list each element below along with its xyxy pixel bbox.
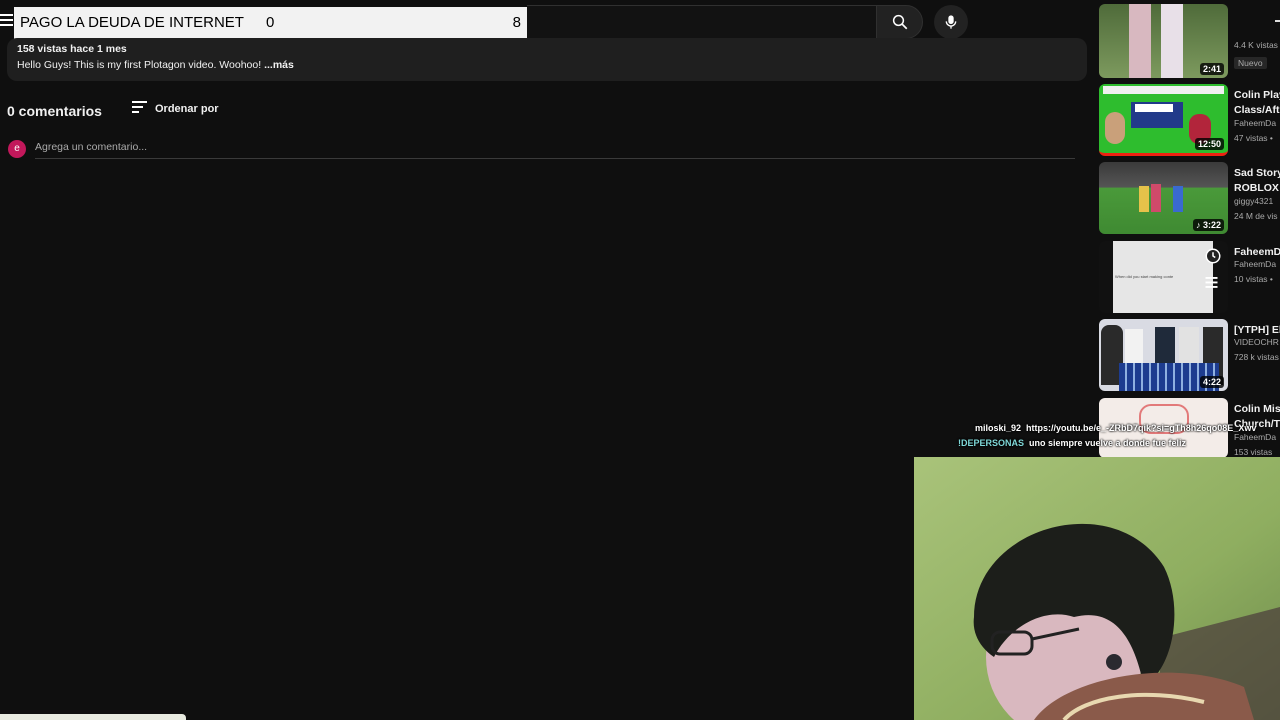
webcam-feed [914, 457, 1280, 720]
chat-message: !DEPERSONAS uno siempre vuelve a donde f… [958, 435, 1280, 450]
overlay-title: PAGO LA DEUDA DE INTERNET [20, 14, 244, 31]
video-thumbnail[interactable]: 12:50 [1099, 84, 1228, 156]
video-thumbnail[interactable]: When did you start making conte [1099, 241, 1228, 313]
list-item[interactable]: ♪ 3:22 Sad StoryROBLOX ( giggy4321 24 M … [1099, 162, 1280, 236]
chat-text: https://youtu.be/e_-ZRbD7qik?si=gTh8h26q… [1026, 422, 1257, 433]
list-item[interactable]: 2:41 4.4 K vistas Nuevo [1099, 4, 1280, 78]
voice-search-button[interactable] [934, 5, 968, 39]
list-item[interactable]: 12:50 Colin Play Class/Aft FaheemDa 47 vi… [1099, 84, 1280, 158]
video-title: Colin Play Class/Aft [1234, 89, 1280, 116]
video-views: 24 M de vis [1234, 211, 1278, 221]
microphone-icon [945, 15, 957, 29]
add-to-queue-icon[interactable] [1204, 275, 1222, 291]
clock-icon[interactable] [1204, 247, 1222, 265]
video-thumbnail[interactable]: 2:41 [1099, 4, 1228, 78]
thumbnail-caption: When did you start making conte [1115, 274, 1174, 279]
video-title: [YTPH] El [1234, 324, 1280, 336]
status-bar [0, 714, 186, 720]
channel-name: FaheemDa [1234, 118, 1277, 128]
search-button[interactable] [876, 5, 923, 39]
video-views: 4.4 K vistas [1234, 40, 1278, 50]
duration-badge: 4:22 [1199, 376, 1224, 388]
chat-username: miloski_92 [975, 422, 1022, 433]
description-body: Hello Guys! This is my first Plotagon vi… [17, 59, 265, 71]
new-badge: Nuevo [1234, 57, 1267, 69]
webcam-person-image [914, 457, 1280, 720]
overlay-count-a: 0 [266, 14, 275, 31]
sort-label: Ordenar por [155, 102, 219, 115]
search-icon [892, 14, 907, 30]
video-views: 47 vistas • [1234, 133, 1273, 143]
chat-message: miloski_92 https://youtu.be/e_-ZRbD7qik?… [958, 420, 1280, 435]
duration-badge: ♪ 3:22 [1192, 219, 1224, 231]
stream-chat: miloski_92 https://youtu.be/e_-ZRbD7qik?… [958, 420, 1280, 450]
comment-input[interactable]: Agrega un comentario... [35, 141, 1075, 159]
video-views: 10 vistas • [1234, 274, 1273, 284]
duration-badge: 2:41 [1199, 63, 1224, 75]
menu-icon[interactable] [0, 14, 13, 28]
duration-badge: 12:50 [1194, 138, 1224, 150]
video-thumbnail[interactable]: ♪ 3:22 [1099, 162, 1228, 234]
channel-name: FaheemDa [1234, 259, 1277, 269]
channel-name: VIDEOCHR [1234, 337, 1279, 347]
chat-username: !DEPERSONAS [958, 437, 1025, 448]
more-link[interactable]: ...más [264, 59, 294, 71]
search-input[interactable] [527, 5, 876, 39]
video-meta: 158 vistas hace 1 mes [17, 43, 127, 55]
description-text: Hello Guys! This is my first Plotagon vi… [17, 59, 294, 71]
video-thumbnail[interactable]: 4:22 [1099, 319, 1228, 391]
video-views: 728 k vistas [1234, 352, 1279, 362]
avatar: e [8, 140, 26, 158]
list-item[interactable]: 4:22 [YTPH] El VIDEOCHR 728 k vistas [1099, 319, 1280, 393]
comments-count: 0 comentarios [7, 103, 102, 119]
overlay-count-b: 8 [512, 14, 521, 31]
sort-button[interactable]: Ordenar por [132, 101, 219, 116]
list-item[interactable]: When did you start making conte FaheemD … [1099, 241, 1280, 315]
sort-icon [132, 101, 147, 116]
video-title: Sad StoryROBLOX ( [1234, 167, 1280, 194]
channel-name: giggy4321 [1234, 196, 1274, 206]
video-description[interactable]: 158 vistas hace 1 mes Hello Guys! This i… [7, 38, 1087, 81]
chat-text: uno siempre vuelve a donde fue feliz [1029, 437, 1187, 448]
stream-overlay-banner: PAGO LA DEUDA DE INTERNET 0 8 [14, 7, 527, 39]
video-title: FaheemD [1234, 246, 1280, 258]
